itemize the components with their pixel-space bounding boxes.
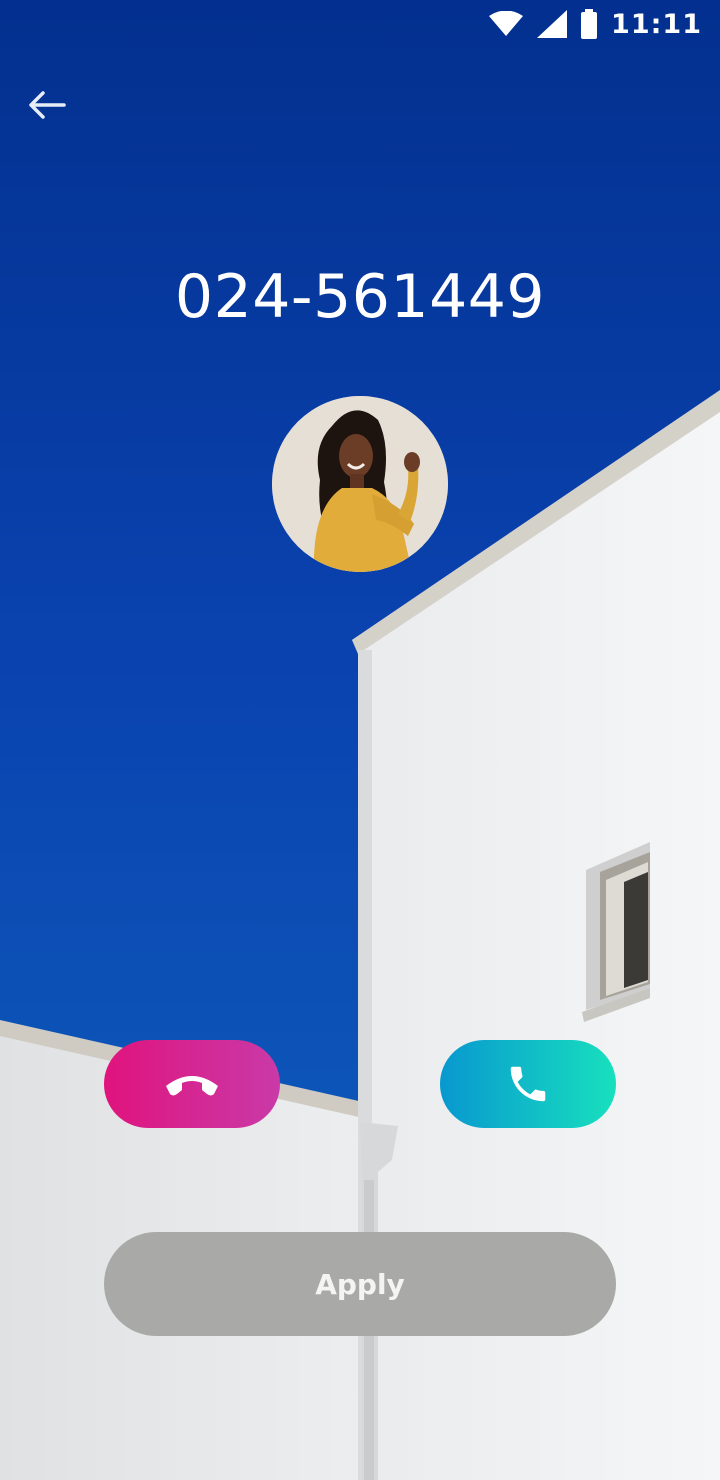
back-button[interactable] [22, 80, 72, 130]
accept-call-button[interactable] [440, 1040, 616, 1128]
battery-icon [581, 9, 598, 39]
status-time: 11:11 [611, 8, 702, 40]
phone-icon [510, 1066, 546, 1102]
wifi-icon [489, 11, 524, 37]
apply-button-label: Apply [315, 1267, 405, 1301]
caller-number: 024-561449 [174, 262, 546, 332]
avatar-photo [272, 396, 448, 572]
caller-avatar [272, 396, 448, 572]
decline-call-button[interactable] [104, 1040, 280, 1128]
arrow-back-icon [29, 91, 66, 119]
incoming-call-screen: 11:11 024-561449 Apply [0, 0, 720, 1480]
apply-button[interactable]: Apply [104, 1232, 616, 1336]
cellular-signal-icon [537, 10, 568, 38]
phone-hangup-icon [166, 1076, 218, 1096]
status-bar: 11:11 [0, 0, 720, 48]
